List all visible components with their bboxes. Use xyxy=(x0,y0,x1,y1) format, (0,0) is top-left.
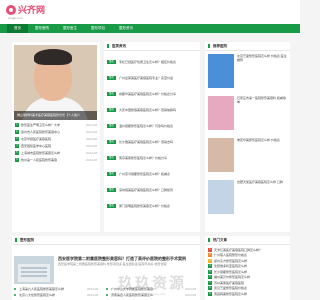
list-item[interactable]: 整形 长沙雅美医疗美容医院怎么样？值得去吗 xyxy=(107,134,197,150)
list-item[interactable]: 整形 广州爱莱美医疗美容医院专业？实至价最 xyxy=(107,70,197,86)
list-item[interactable]: 整形 温州丽都整形医院怎么样？可靠吗价格表 xyxy=(107,118,197,134)
list-item[interactable]: 2 广州丽人医院整形价格表 xyxy=(208,253,288,259)
list-item[interactable]: 6 杭州第一人民医院整形美容 2024-08 xyxy=(15,156,97,163)
logo-subtitle: xingqi.com xyxy=(8,16,23,20)
section-header: 医美资讯 xyxy=(104,42,200,51)
list-item[interactable]: 4 沈阳维多利亚医院怎么样 xyxy=(208,264,288,270)
section-title: 整形医院 xyxy=(20,237,34,242)
list-item[interactable]: 整形 大庆中国整容美容医院怎么样？值得信赖吗 xyxy=(107,102,197,118)
list-item[interactable]: 整形 南京美莱整形医院怎么样？价格分享 xyxy=(107,150,197,166)
rank-panel: 热门文章 1 天津亿美医疗美容医院口碑怎么样？ 2 广州丽人医院整形价格表 3 郑州东… xyxy=(205,236,290,300)
news-headline-block: 西安医学院第二附属医院整形美容科？打造了高评价医院的整形手术案例 西安医学院第二… xyxy=(58,256,198,266)
logo-text: 兴齐网 xyxy=(18,5,46,15)
list-item[interactable]: 3 北京华颜医疗美容医院 2024-08 xyxy=(15,135,97,142)
section-title: 热门文章 xyxy=(213,237,227,242)
list-item[interactable]: 石家庄市第一医院整形美容科 权威榜单 xyxy=(208,96,288,136)
list-item[interactable]: 整形 成都华美医疗美容医院怎么样？价格表分享 xyxy=(107,86,197,102)
news-list: 整形 专栏已经医疗优质卫生怎么样？相应价格表 整形 广州爱莱美医疗美容医院专业？实至… xyxy=(107,54,197,214)
nav-hospitals[interactable]: 整形医院 xyxy=(28,24,56,33)
thumbnail xyxy=(208,54,234,88)
hero-caption[interactable]: 佛山瑞祥科美术医疗美容医院张光光【个人简介 xyxy=(14,111,97,120)
thumbnail xyxy=(208,138,234,172)
list-item[interactable]: 7 苏州美莱医疗美容医院 xyxy=(208,280,288,286)
recommend-panel: 推荐医院 北京艺星整形医院怎么样 价格表 医生推荐 石家庄市第一医院整形美容科 … xyxy=(205,42,290,232)
list-item[interactable]: 整形 厦门思明医院整形美容怎么样？价格表 xyxy=(107,198,197,214)
site-header: 兴齐网 xingqi.com xyxy=(0,0,300,24)
nav-home[interactable]: 首页 xyxy=(7,24,28,33)
section-title: 推荐医院 xyxy=(213,43,227,48)
nav-projects[interactable]: 整形项目 xyxy=(84,24,112,33)
logo-icon xyxy=(6,5,16,15)
list-item[interactable]: 5 上海城市医院整形美容怎么样 2024-08 xyxy=(15,149,97,156)
list-item[interactable]: 9 南昌韩美整形医院怎么样 xyxy=(208,291,288,297)
hero-image[interactable]: 佛山瑞祥科美术医疗美容医院张光光【个人简介 xyxy=(14,45,97,120)
list-item[interactable]: 8 武汉艺星整形医院价格表 xyxy=(208,286,288,292)
section-title: 医美资讯 xyxy=(112,43,126,48)
watermark-url: jiujiuzy.com xyxy=(150,292,166,296)
list-item[interactable]: 整形 广州荔湾丽都整形医院怎么样？权威表 xyxy=(107,166,197,182)
list-item[interactable]: 6 福州美贝尔整形医院怎么样 xyxy=(208,275,288,281)
main-nav: 首页 整形医院 整形医生 整形项目 整形资讯 xyxy=(0,24,300,33)
site-logo[interactable]: 兴齐网 xyxy=(6,5,45,15)
section-header: 整形医院 xyxy=(12,236,200,245)
thumbnail xyxy=(208,180,234,214)
list-item[interactable]: 北京艺星整形医院怎么样 价格表 医生推荐 xyxy=(208,54,288,94)
thumbnail xyxy=(208,96,234,130)
section-header: 热门文章 xyxy=(205,236,290,245)
news-description: 西安医学院第二附属医院整形美容科 整形项目多 医生团队强 医院环境好 收费合理 xyxy=(58,262,167,266)
rank-list: 1 天津亿美医疗美容医院口碑怎么样？ 2 广州丽人医院整形价格表 3 郑州东方整形医院… xyxy=(208,247,288,297)
news-panel: 医美资讯 整形 专栏已经医疗优质卫生怎么样？相应价格表 整形 广州爱莱美医疗美容医院… xyxy=(104,42,200,232)
nav-doctors[interactable]: 整形医生 xyxy=(56,24,84,33)
list-item[interactable]: 1 天津亿美医疗美容医院口碑怎么样？ xyxy=(208,247,288,253)
news-list: 上海第九人民医院整形美容怎么样 2024-08 北京八大处整形医院怎么样 2024-… xyxy=(14,286,98,298)
list-item[interactable]: 2 贵州市人民医院整形美容中心 2024-08 xyxy=(15,128,97,135)
list-item[interactable]: 1 整形医生严明卫怎么样？大学 2024-08 xyxy=(15,121,97,128)
recommend-list: 北京艺星整形医院怎么样 价格表 医生推荐 石家庄市第一医院整形美容科 权威榜单 … xyxy=(208,54,288,222)
list-item[interactable]: 5 长沙丽都整形医院怎么样 xyxy=(208,269,288,275)
section-header: 推荐医院 xyxy=(205,42,290,51)
nav-news[interactable]: 整形资讯 xyxy=(112,24,140,33)
list-item[interactable]: 整形 深圳恒美医疗美容医院怎么样？口碑如何 xyxy=(107,182,197,198)
list-item[interactable]: 整形 专栏已经医疗优质卫生怎么样？相应价格表 xyxy=(107,54,197,70)
hero-list: 1 整形医生严明卫怎么样？大学 2024-08 2 贵州市人民医院整形美容中心 2024… xyxy=(15,121,97,163)
watermark: 玖玖资源 xyxy=(118,274,187,292)
news-image[interactable] xyxy=(14,256,54,284)
list-item[interactable]: 3 郑州东方整形医院怎么样 xyxy=(208,258,288,264)
list-item[interactable]: 4 西安国际医学中心医院 2024-08 xyxy=(15,142,97,149)
list-item[interactable]: 重庆华美整形医院怎么样 价格表 xyxy=(208,138,288,178)
list-item[interactable]: 北京八大处整形医院怎么样 2024-08 xyxy=(14,292,98,298)
list-item[interactable]: 合肥天使医疗美容医院怎么样 口碑 xyxy=(208,180,288,220)
